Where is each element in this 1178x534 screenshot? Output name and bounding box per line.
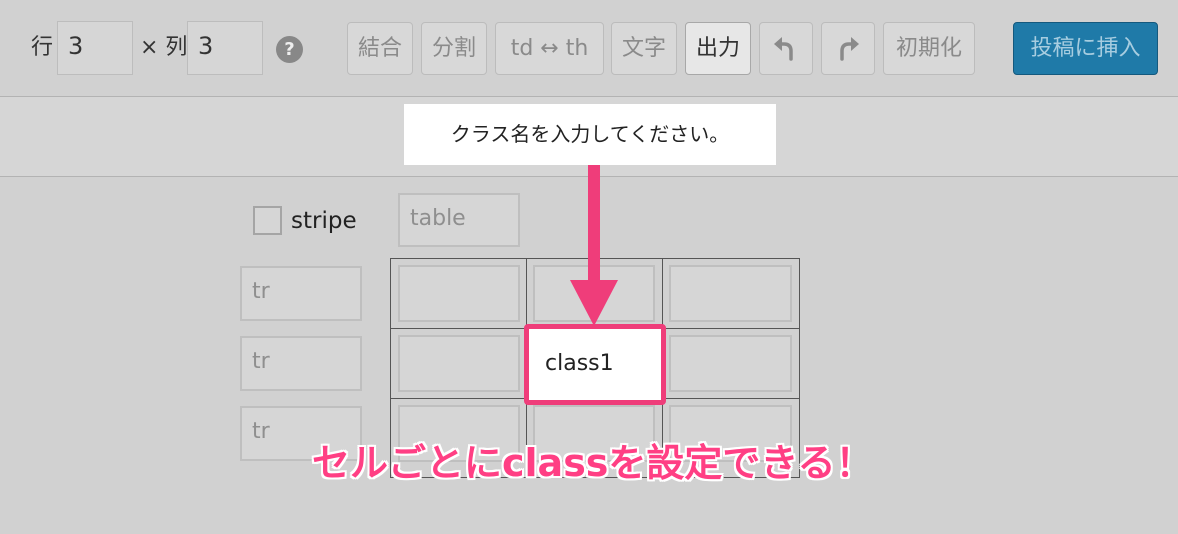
annotation-caption: セルごとにclassを設定できる！	[312, 441, 874, 485]
